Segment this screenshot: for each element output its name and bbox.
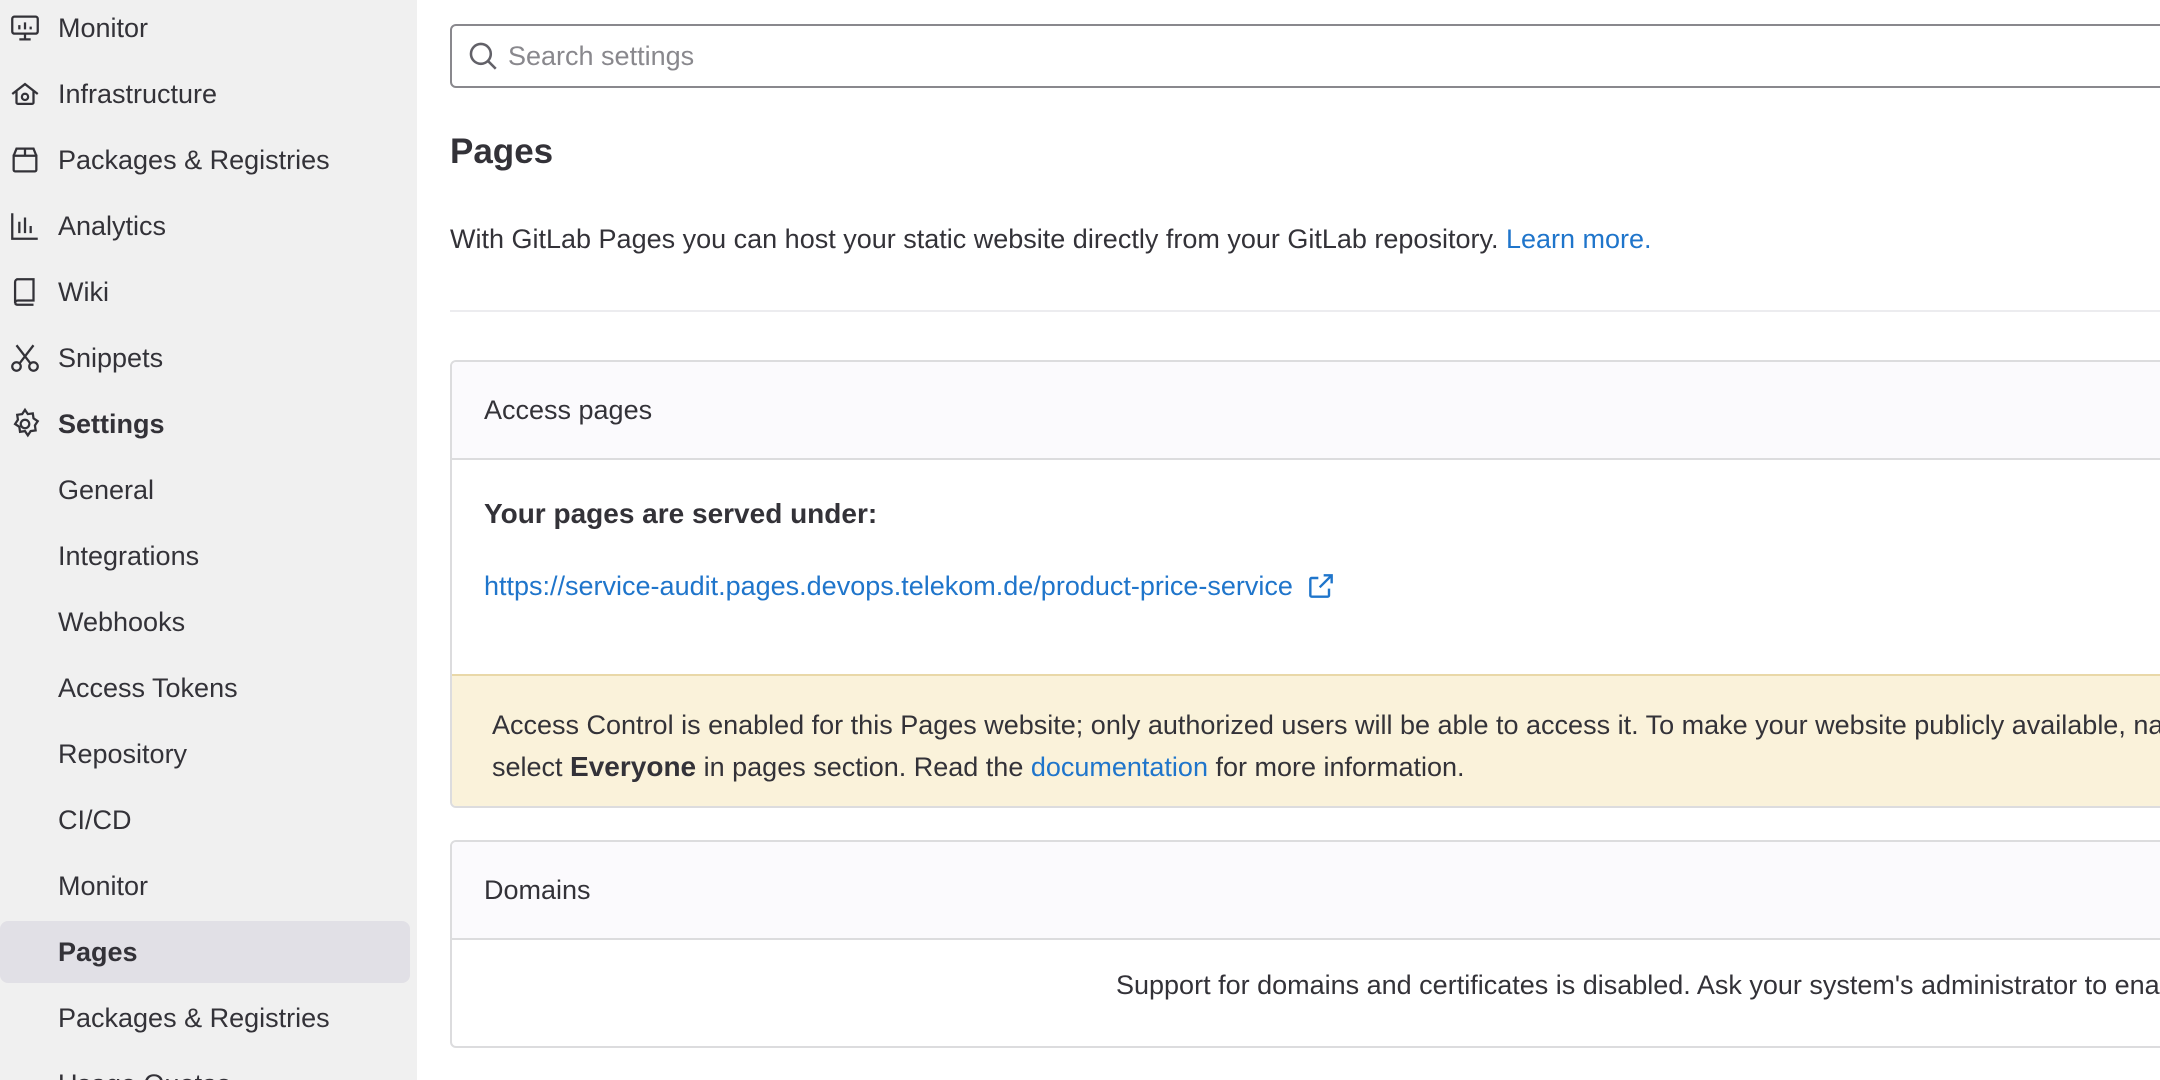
sidebar-item-settings[interactable]: Settings bbox=[0, 393, 410, 455]
sidebar-item-label: Pages bbox=[58, 936, 138, 967]
external-link-icon[interactable] bbox=[1305, 570, 1337, 602]
access-control-alert: Access Control is enabled for this Pages… bbox=[452, 674, 2160, 806]
sidebar-subitem-monitor[interactable]: Monitor bbox=[0, 855, 410, 917]
sidebar: Monitor Infrastructure Packages & Regist… bbox=[0, 0, 417, 1080]
intro-description: With GitLab Pages you can host your stat… bbox=[450, 224, 1506, 254]
sidebar-item-label: Integrations bbox=[58, 540, 200, 571]
sidebar-subitem-webhooks[interactable]: Webhooks bbox=[0, 591, 410, 653]
sidebar-item-label: General bbox=[58, 474, 155, 505]
sidebar-item-label: Wiki bbox=[58, 276, 109, 307]
sidebar-item-analytics[interactable]: Analytics bbox=[0, 195, 410, 257]
search-box[interactable] bbox=[450, 24, 2160, 88]
sidebar-item-label: Analytics bbox=[58, 210, 167, 241]
sidebar-item-label: Webhooks bbox=[58, 606, 186, 637]
domains-message: Support for domains and certificates is … bbox=[1116, 970, 2160, 1000]
sidebar-subitem-pages[interactable]: Pages bbox=[0, 921, 410, 983]
pages-url-link[interactable]: https://service-audit.pages.devops.telek… bbox=[484, 571, 1293, 602]
chart-icon bbox=[8, 209, 42, 243]
sidebar-subitem-cicd[interactable]: CI/CD bbox=[0, 789, 410, 851]
monitor-icon bbox=[8, 11, 42, 45]
access-pages-card: Access pages Your pages are served under… bbox=[450, 360, 2160, 808]
package-icon bbox=[8, 143, 42, 177]
sidebar-item-label: Packages & Registries bbox=[58, 144, 330, 175]
sidebar-item-label: Monitor bbox=[58, 870, 149, 901]
sidebar-item-label: Packages & Registries bbox=[58, 1002, 330, 1033]
sidebar-item-snippets[interactable]: Snippets bbox=[0, 327, 410, 389]
sidebar-item-label: Settings bbox=[58, 408, 165, 439]
alert-text-mid: in pages section. Read the bbox=[696, 752, 1031, 782]
sidebar-item-label: Repository bbox=[58, 738, 188, 769]
sidebar-item-wiki[interactable]: Wiki bbox=[0, 261, 410, 323]
sidebar-item-label: Usage Quotas bbox=[58, 1069, 231, 1080]
sidebar-subitem-usage-quotas[interactable]: Usage Quotas bbox=[0, 1053, 410, 1080]
sidebar-item-label: Access Tokens bbox=[58, 672, 238, 703]
sidebar-item-label: Monitor bbox=[58, 12, 149, 43]
search-input[interactable] bbox=[506, 32, 2106, 80]
sidebar-item-packages-registries[interactable]: Packages & Registries bbox=[0, 129, 410, 191]
sidebar-item-monitor[interactable]: Monitor bbox=[0, 0, 410, 59]
alert-everyone: Everyone bbox=[570, 751, 697, 782]
book-icon bbox=[8, 275, 42, 309]
page-title: Pages bbox=[450, 132, 554, 171]
served-url: https://service-audit.pages.devops.telek… bbox=[484, 570, 1337, 602]
sidebar-subitem-integrations[interactable]: Integrations bbox=[0, 525, 410, 587]
sidebar-subitem-access-tokens[interactable]: Access Tokens bbox=[0, 657, 410, 719]
sidebar-subitem-repository[interactable]: Repository bbox=[0, 723, 410, 785]
intro-text: With GitLab Pages you can host your stat… bbox=[450, 224, 1652, 255]
served-title: Your pages are served under: bbox=[484, 498, 878, 529]
infrastructure-icon bbox=[8, 77, 42, 111]
sidebar-item-label: CI/CD bbox=[58, 804, 132, 835]
alert-line-1: Access Control is enabled for this Pages… bbox=[492, 710, 2160, 740]
divider bbox=[450, 310, 2160, 312]
alert-text-pre: select bbox=[492, 752, 571, 782]
sidebar-item-label: Snippets bbox=[58, 342, 164, 373]
card-header: Access pages bbox=[452, 362, 2160, 460]
documentation-link[interactable]: documentation bbox=[1031, 752, 1208, 782]
gear-icon bbox=[8, 407, 42, 441]
scissors-icon bbox=[8, 341, 42, 375]
learn-more-link[interactable]: Learn more. bbox=[1506, 224, 1652, 254]
card-header: Domains bbox=[452, 842, 2160, 940]
domains-card: Domains Support for domains and certific… bbox=[450, 840, 2160, 1048]
sidebar-item-label: Infrastructure bbox=[58, 78, 218, 109]
sidebar-subitem-general[interactable]: General bbox=[0, 459, 410, 521]
sidebar-subitem-packages-registries[interactable]: Packages & Registries bbox=[0, 987, 410, 1049]
alert-text-post: for more information. bbox=[1207, 752, 1465, 782]
main-content: Pages With GitLab Pages you can host you… bbox=[417, 0, 2160, 1080]
sidebar-item-infrastructure[interactable]: Infrastructure bbox=[0, 63, 410, 125]
alert-line-2: select Everyone in pages section. Read t… bbox=[492, 746, 2160, 788]
search-icon bbox=[469, 42, 497, 70]
